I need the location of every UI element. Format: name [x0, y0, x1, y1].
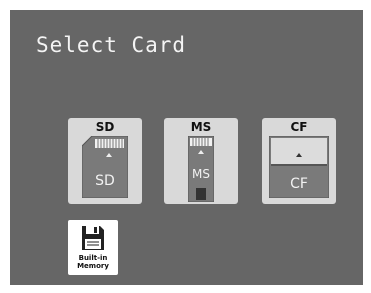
floppy-disk-icon: [81, 225, 105, 251]
ms-card-button[interactable]: MS MS: [164, 118, 238, 204]
compact-flash-icon: CF: [269, 136, 329, 198]
cf-card-button[interactable]: CF CF: [262, 118, 336, 204]
ms-card-text: MS: [192, 167, 210, 181]
cf-card-text: CF: [290, 176, 308, 192]
ms-card-label: MS: [190, 120, 212, 134]
page-title: Select Card: [36, 33, 187, 57]
sd-card-text: SD: [95, 173, 115, 189]
builtin-memory-line2: Memory: [77, 262, 109, 270]
select-card-screen: Select Card SD SD MS MS CF CF Built-in M…: [10, 10, 363, 285]
cf-card-label: CF: [290, 120, 308, 134]
sd-card-button[interactable]: SD SD: [68, 118, 142, 204]
sd-card-icon: SD: [82, 136, 128, 198]
sd-card-label: SD: [95, 120, 115, 134]
builtin-memory-line1: Built-in: [78, 254, 108, 262]
memory-stick-icon: MS: [188, 136, 214, 202]
builtin-memory-button[interactable]: Built-in Memory: [68, 220, 118, 275]
